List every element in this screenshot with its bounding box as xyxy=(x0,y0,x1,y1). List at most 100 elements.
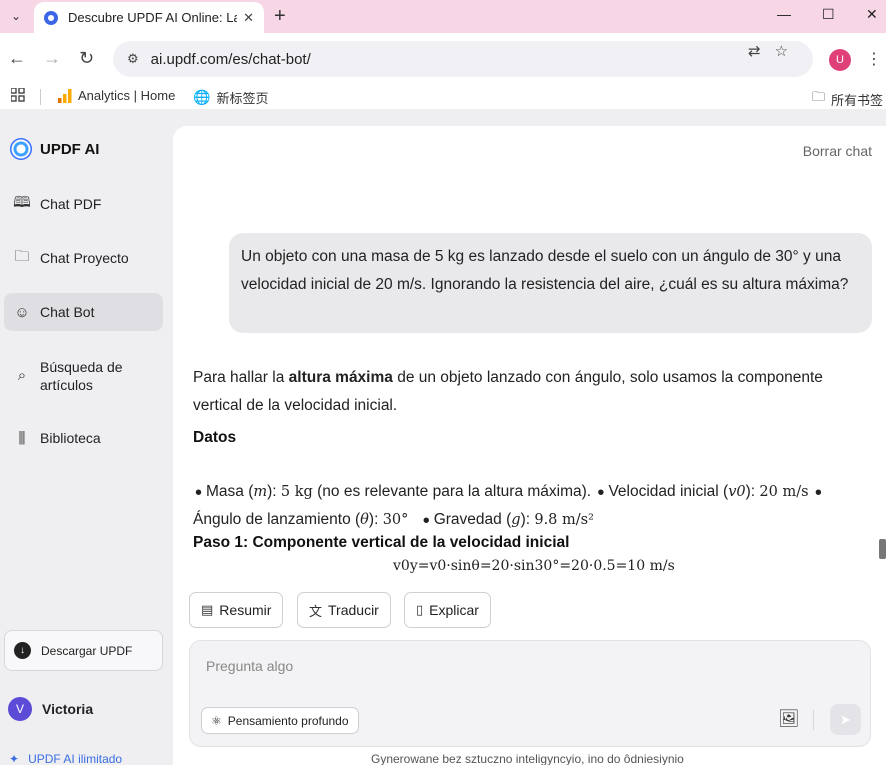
bot-icon: ☺ xyxy=(14,303,30,321)
brand[interactable]: UPDF AI xyxy=(10,138,99,160)
deep-thinking-toggle[interactable]: ⚛ Pensamiento profundo xyxy=(201,707,359,734)
brand-name: UPDF AI xyxy=(40,140,100,158)
new-tab-plus-icon[interactable]: + xyxy=(274,5,286,27)
datos-value: 30° xyxy=(382,512,409,528)
bookmark-analytics[interactable]: Analytics | Home xyxy=(58,88,175,103)
bookmark-label: 新标签页 xyxy=(216,91,269,106)
bullet: • xyxy=(814,482,822,504)
sidebar-item-chat-bot[interactable]: ☺ Chat Bot xyxy=(4,293,163,331)
datos-value: 20 m/s xyxy=(759,484,809,500)
browser-tab[interactable]: Descubre UPDF AI Online: La ✕ xyxy=(34,2,264,33)
action-label: Traducir xyxy=(328,602,379,618)
forward-arrow-icon[interactable]: → xyxy=(43,48,61,68)
datos-heading: Datos xyxy=(193,429,237,446)
library-icon: ⫼ xyxy=(18,429,26,447)
datos-label: Gravedad ( xyxy=(433,511,512,528)
translate-icon: 文 xyxy=(309,603,323,619)
message-input[interactable] xyxy=(206,655,726,677)
chat-scrollbar[interactable] xyxy=(879,539,886,559)
deep-thinking-label: Pensamiento profundo xyxy=(227,713,349,728)
user-profile[interactable]: V Victoria xyxy=(8,697,93,721)
folder-icon: 🗀 xyxy=(14,247,30,265)
chat-panel: Borrar chat Un objeto con una masa de 5 … xyxy=(173,126,886,765)
footer-note: Gynerowane bez sztuczno inteligyncyio, i… xyxy=(371,752,684,765)
updf-logo-icon xyxy=(10,138,32,160)
folder-icon: 🗀 xyxy=(812,89,826,104)
bullet: • xyxy=(195,482,203,504)
globe-icon: 🌐 xyxy=(193,89,211,105)
maximize-icon[interactable]: ☐ xyxy=(822,6,835,23)
add-image-icon[interactable]: 🖼 xyxy=(778,709,800,729)
datos-value: 5 kg xyxy=(280,484,313,500)
datos-sep: ): xyxy=(267,483,281,500)
sidebar-item-chat-proyecto[interactable]: 🗀 Chat Proyecto xyxy=(4,239,163,277)
datos-var: m xyxy=(253,484,268,500)
datos-label: Ángulo de lanzamiento ( xyxy=(193,511,361,528)
datos-var: θ xyxy=(360,512,369,528)
datos-sep: ): xyxy=(745,483,760,500)
bullet: • xyxy=(422,510,430,532)
sidebar: UPDF AI 🕮 Chat PDF 🗀 Chat Proyecto ☺ Cha… xyxy=(0,109,172,765)
reload-icon[interactable]: ↻ xyxy=(79,48,94,68)
download-updf-button[interactable]: ↓ Descargar UPDF xyxy=(4,630,163,671)
minimize-icon[interactable]: — xyxy=(777,6,791,22)
resumir-button[interactable]: ▤ Resumir xyxy=(189,592,284,628)
message-composer: ⚛ Pensamiento profundo 🖼 ➤ xyxy=(189,640,871,747)
datos-sep: ): xyxy=(520,511,535,528)
datos-label: Masa ( xyxy=(206,483,254,500)
omnibox-actions: ⇄ ☆ xyxy=(748,42,788,60)
action-label: Resumir xyxy=(219,602,272,618)
bookmarks-bar: Analytics | Home 🌐 新标签页 🗀 所有书签 xyxy=(0,85,886,109)
step1-heading: Paso 1: Componente vertical de la veloci… xyxy=(193,534,570,551)
browser-menu-icon[interactable]: ⋮ xyxy=(866,49,882,69)
clear-chat-button[interactable]: Borrar chat xyxy=(803,143,872,159)
sidebar-item-label: Chat PDF xyxy=(40,196,102,212)
send-button[interactable]: ➤ xyxy=(830,704,861,735)
sidebar-item-busqueda[interactable]: ⌕ Búsqueda de artículos xyxy=(4,352,163,402)
answer-intro: Para hallar la altura máxima de un objet… xyxy=(193,364,873,420)
user-message-bubble: Un objeto con una masa de 5 kg es lanzad… xyxy=(229,233,872,333)
composer-divider xyxy=(813,710,814,730)
tab-close-icon[interactable]: ✕ xyxy=(243,10,254,26)
upgrade-link[interactable]: ✦ UPDF AI ilimitado xyxy=(9,752,122,765)
upgrade-label: UPDF AI ilimitado xyxy=(28,752,123,765)
omnibox[interactable]: ⚙ ai.updf.com/es/chat-bot/ xyxy=(113,41,813,77)
tab-title: Descubre UPDF AI Online: La xyxy=(68,10,238,25)
traducir-button[interactable]: 文 Traducir xyxy=(297,592,391,628)
updf-favicon-icon xyxy=(44,10,58,25)
explicar-button[interactable]: ▯ Explicar xyxy=(404,592,491,628)
datos-var: v0 xyxy=(728,484,746,500)
search-doc-icon: ⌕ xyxy=(17,367,27,384)
bookmark-new-tab[interactable]: 🌐 新标签页 xyxy=(193,88,268,107)
atom-icon: ⚛ xyxy=(211,713,222,728)
window-close-icon[interactable]: ✕ xyxy=(866,6,878,23)
download-arrow-icon: ↓ xyxy=(14,642,31,659)
datos-line-1: • Masa (m): 5 kg (no es relevante para la… xyxy=(193,482,826,505)
sidebar-item-biblioteca[interactable]: ⫼ Biblioteca xyxy=(4,419,163,457)
translate-page-icon[interactable]: ⇄ xyxy=(748,42,761,60)
url-text[interactable]: ai.updf.com/es/chat-bot/ xyxy=(151,51,311,68)
datos-sep: ): xyxy=(368,511,383,528)
bookmark-label: Analytics | Home xyxy=(78,88,176,103)
bookmark-star-icon[interactable]: ☆ xyxy=(775,42,788,60)
sidebar-item-label: Chat Proyecto xyxy=(40,250,129,266)
summary-icon: ▤ xyxy=(201,602,214,617)
all-bookmarks-label: 所有书签 xyxy=(831,92,884,108)
back-arrow-icon[interactable]: ← xyxy=(8,48,26,68)
book-icon: ▯ xyxy=(416,602,424,617)
bookmarks-separator xyxy=(40,89,41,105)
profile-avatar[interactable]: U xyxy=(829,49,851,71)
answer-intro-pre: Para hallar la xyxy=(193,369,289,386)
datos-value: 9.8 m/s² xyxy=(534,512,594,528)
step1-formula: v0y=v0·sinθ=20·sin30°=20·0.5=10 m/s xyxy=(393,558,675,574)
sidebar-item-chat-pdf[interactable]: 🕮 Chat PDF xyxy=(4,185,163,223)
analytics-icon xyxy=(58,88,72,103)
all-bookmarks[interactable]: 🗀 所有书签 xyxy=(812,88,883,110)
download-label: Descargar UPDF xyxy=(41,643,133,658)
site-settings-icon[interactable]: ⚙ xyxy=(127,51,139,67)
app-area: UPDF AI 🕮 Chat PDF 🗀 Chat Proyecto ☺ Cha… xyxy=(0,109,886,765)
tab-search-chevron-icon[interactable]: ⌄ xyxy=(4,4,28,28)
apps-grid-icon[interactable] xyxy=(11,88,25,102)
sidebar-item-label: Chat Bot xyxy=(40,304,95,320)
user-name: Victoria xyxy=(42,701,94,717)
